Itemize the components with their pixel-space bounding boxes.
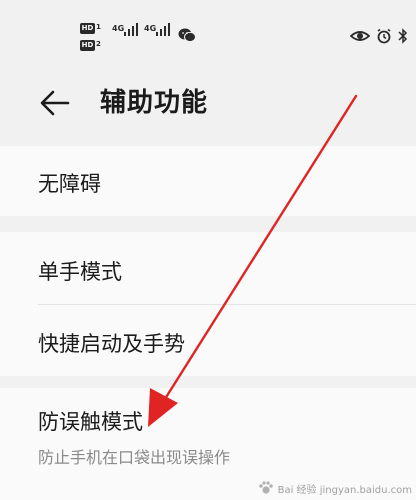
status-bar: HD 1 4G 4G HD 2 bbox=[0, 0, 416, 62]
menu-item-accessibility[interactable]: 无障碍 bbox=[38, 168, 101, 198]
right-status-icons bbox=[350, 28, 408, 44]
back-arrow-icon[interactable] bbox=[38, 86, 72, 120]
eye-comfort-icon bbox=[350, 31, 370, 41]
signal-icon-2 bbox=[156, 22, 170, 36]
settings-group-gestures: 单手模式 快捷启动及手势 bbox=[0, 232, 416, 376]
settings-group-pocket-mode: 防误触模式 防止手机在口袋出现误操作 Bai 经验 jingyan.baidu.… bbox=[0, 388, 416, 500]
alarm-icon bbox=[377, 28, 391, 44]
watermark-text: Bai 经验 jingyan.baidu.com bbox=[277, 484, 412, 496]
signal-icon bbox=[124, 22, 138, 36]
wechat-icon bbox=[178, 28, 196, 43]
menu-item-pocket-mode[interactable]: 防误触模式 bbox=[38, 406, 143, 436]
bluetooth-icon bbox=[398, 28, 408, 44]
menu-item-one-hand-mode[interactable]: 单手模式 bbox=[38, 256, 122, 286]
paw-icon bbox=[258, 481, 273, 494]
page-title: 辅助功能 bbox=[100, 88, 209, 118]
settings-group-accessibility: 无障碍 bbox=[0, 146, 416, 216]
page-header: 辅助功能 bbox=[0, 62, 416, 152]
network-type-1: 4G bbox=[112, 24, 125, 33]
sim1-slot: 1 bbox=[96, 23, 101, 31]
sim2-slot: 2 bbox=[96, 40, 101, 48]
menu-item-shortcuts-gestures[interactable]: 快捷启动及手势 bbox=[38, 328, 185, 358]
watermark: Bai 经验 jingyan.baidu.com bbox=[258, 480, 412, 496]
divider bbox=[38, 304, 416, 305]
network-type-2: 4G bbox=[144, 24, 157, 33]
hd-badge-icon-2: HD bbox=[80, 40, 95, 51]
hd-badge-icon: HD bbox=[80, 23, 95, 34]
menu-item-pocket-mode-subtitle: 防止手机在口袋出现误操作 bbox=[38, 448, 231, 467]
